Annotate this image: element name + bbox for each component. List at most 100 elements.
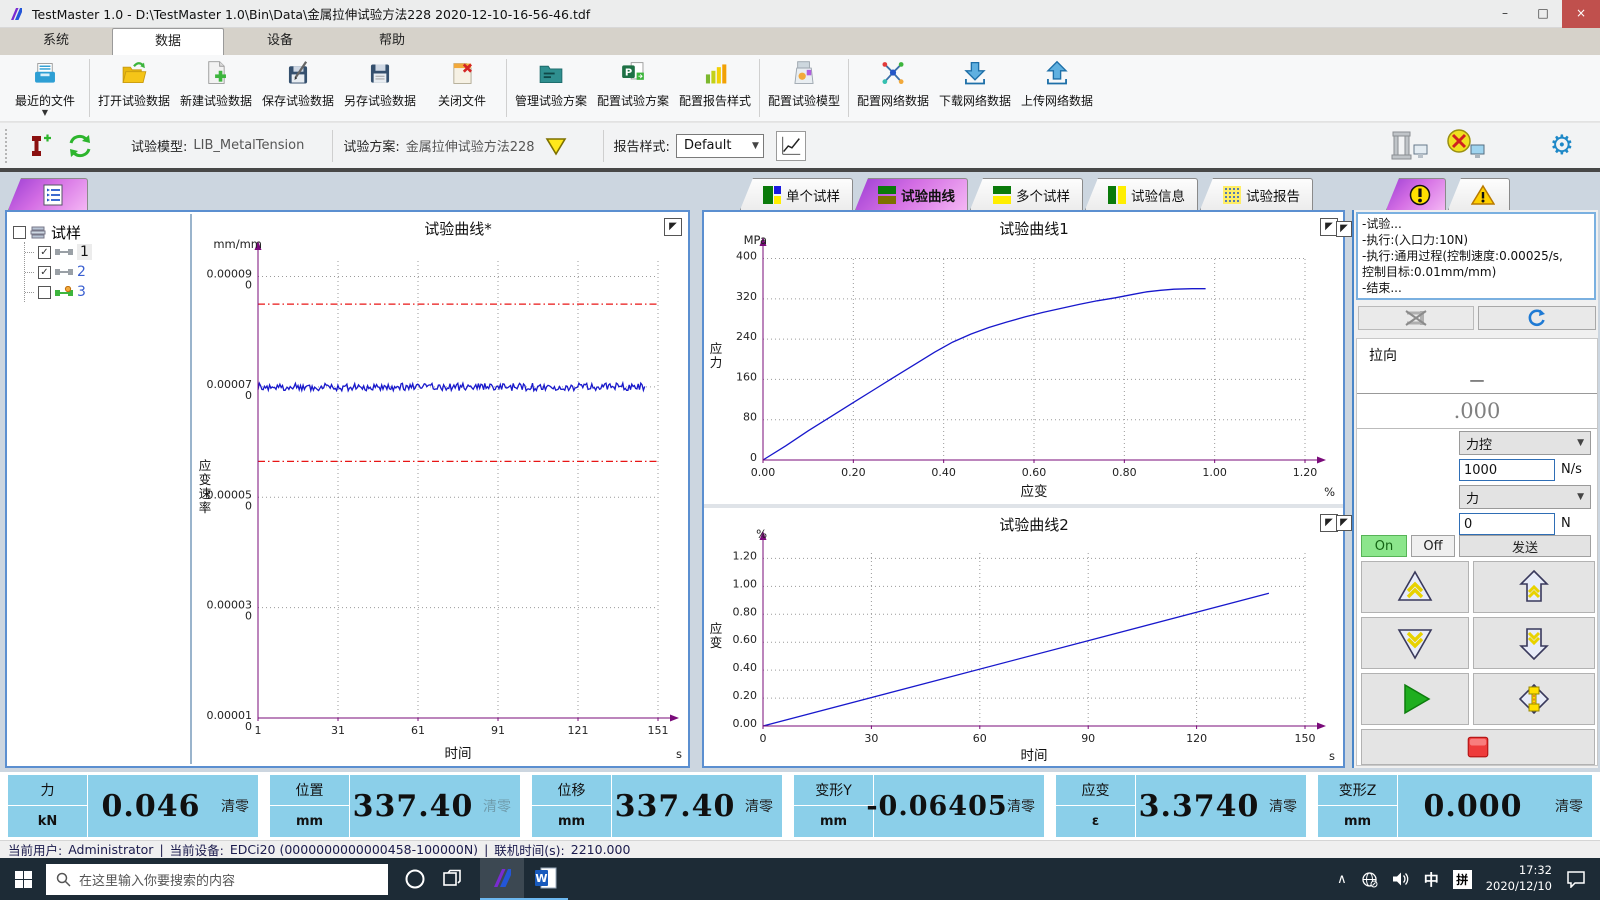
taskbar-app-word[interactable]: W [524,858,568,900]
control-mode-select[interactable]: 力控▼ [1459,431,1591,455]
taskbar-clock[interactable]: 17:32 2020/12/10 [1486,863,1552,894]
save-as-data-button[interactable]: 另存试验数据 [339,55,421,121]
tab-multi-specimen[interactable]: 多个试样 [970,178,1083,210]
collapse-panel-button[interactable]: ◤ [1336,221,1352,237]
tab-test-curves[interactable]: 试验曲线 [855,178,968,210]
specimen-checkbox[interactable] [38,286,51,299]
cortana-icon[interactable] [404,868,426,890]
menu-item-help[interactable]: 帮助 [336,28,448,55]
search-input[interactable]: 在这里输入你要搜索的内容 [46,864,388,895]
rate-input[interactable] [1459,459,1555,481]
send-button[interactable]: 发送 [1459,535,1591,557]
readout-name: 变形Z [1318,775,1397,806]
specimen-item-3[interactable]: 3 [25,282,186,302]
specimen-checkbox[interactable]: ✓ [38,266,51,279]
toolbar-label: 配置网络数据 [857,92,929,109]
scheme-warning-icon[interactable] [545,135,567,157]
stop-button[interactable] [1361,729,1595,765]
config-report-button[interactable]: 配置报告样式 [674,55,756,121]
search-icon [56,872,71,887]
collapse-panel-button[interactable]: ◤ [1336,515,1352,531]
fast-down-button[interactable] [1361,617,1469,669]
refresh-icon[interactable] [67,133,93,159]
machine-status-icon[interactable] [1390,130,1428,162]
specimen-setup-button[interactable] [1473,673,1595,725]
specimen-icon [55,267,73,277]
svg-text:1.00: 1.00 [733,577,758,590]
taskbar-app-testmaster[interactable] [480,858,524,900]
config-scheme-button[interactable]: P 配置试验方案 [592,55,674,121]
close-button[interactable]: × [1562,0,1600,28]
clear-button[interactable]: 清零 [214,775,256,837]
fast-up-button[interactable] [1361,561,1469,613]
recent-files-button[interactable]: 最近的文件 ▼ [4,55,86,121]
clamp-disabled-button[interactable] [1358,306,1474,330]
on-button[interactable]: On [1361,535,1407,557]
clear-button[interactable]: 清零 [1548,775,1590,837]
chart-expand-button[interactable]: ◤ [664,218,682,236]
svg-text:121: 121 [568,724,589,737]
up-button[interactable] [1473,561,1595,613]
tree-root[interactable]: 试样 [13,222,186,242]
network-globe-icon[interactable] [1361,871,1378,888]
clear-button[interactable]: 清零 [476,775,518,837]
config-network-button[interactable]: 配置网络数据 [852,55,934,121]
specimen-item-1[interactable]: ✓ 1 [25,242,186,262]
ime-language-indicator[interactable]: 中 [1424,869,1439,890]
clear-button[interactable]: 清零 [1262,775,1304,837]
svg-text:时间: 时间 [1021,748,1048,764]
settings-gear-icon[interactable]: ⚙ [1550,130,1574,161]
task-view-icon[interactable] [442,869,462,889]
maximize-button[interactable]: □ [1524,0,1562,28]
new-data-button[interactable]: 新建试验数据 [175,55,257,121]
target-input[interactable] [1459,513,1555,535]
add-specimen-icon[interactable] [25,133,51,159]
start-button[interactable] [0,858,46,900]
tray-chevron-icon[interactable]: ∧ [1337,872,1347,887]
save-data-button[interactable]: 保存试验数据 [257,55,339,121]
open-data-button[interactable]: 打开试验数据 [93,55,175,121]
run-button[interactable] [1361,673,1469,725]
minimize-button[interactable]: – [1486,0,1524,28]
menu-item-system[interactable]: 系统 [0,28,112,55]
svg-text:应: 应 [710,621,723,636]
menu-item-data[interactable]: 数据 [112,28,224,55]
splitter[interactable] [704,504,1343,508]
online-time-label: 联机时间(s): [494,840,564,859]
volume-icon[interactable] [1392,871,1410,887]
exclamation-icon [1409,184,1431,206]
alarm-offline-icon[interactable] [1444,128,1486,164]
target-type-select[interactable]: 力▼ [1459,485,1591,509]
root-checkbox[interactable] [13,226,26,239]
specimen-item-2[interactable]: ✓ 2 [25,262,186,282]
tab-process-log[interactable] [1386,178,1446,210]
close-file-button[interactable]: 关闭文件 [421,55,503,121]
notification-center-icon[interactable] [1566,870,1586,888]
tab-specimen-list[interactable] [8,178,88,210]
svg-text:0.60: 0.60 [1022,466,1047,479]
toolbar-grip[interactable] [5,129,11,163]
specimen-checkbox[interactable]: ✓ [38,246,51,259]
tab-alarms[interactable] [1448,178,1510,210]
setpoint-display: .000 [1357,393,1597,429]
tab-test-report[interactable]: 试验报告 [1200,178,1313,210]
reconnect-button[interactable] [1478,306,1596,330]
download-network-button[interactable]: 下载网络数据 [934,55,1016,121]
report-style-select[interactable]: Default▼ [676,134,764,158]
clear-button[interactable]: 清零 [1000,775,1042,837]
report-style-label: 报告样式: [614,136,670,155]
tab-single-specimen[interactable]: 单个试样 [740,178,853,210]
clear-button[interactable]: 清零 [738,775,780,837]
menu-item-device[interactable]: 设备 [224,28,336,55]
manage-scheme-button[interactable]: 管理试验方案 [510,55,592,121]
tab-test-info[interactable]: 试验信息 [1085,178,1198,210]
svg-text:0: 0 [760,732,767,745]
off-button[interactable]: Off [1411,535,1455,557]
ime-mode-indicator[interactable]: 拼 [1453,870,1472,889]
curve-settings-button[interactable] [776,131,806,161]
upload-network-button[interactable]: 上传网络数据 [1016,55,1098,121]
save-icon [283,59,313,91]
down-button[interactable] [1473,617,1595,669]
network-icon [878,59,908,91]
config-model-button[interactable]: 配置试验模型 [763,55,845,121]
